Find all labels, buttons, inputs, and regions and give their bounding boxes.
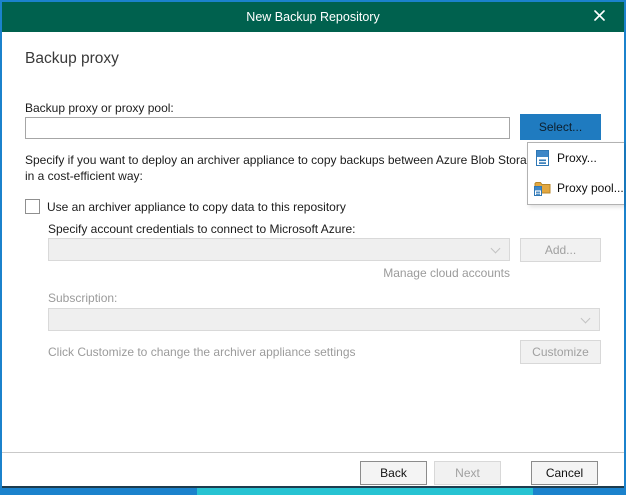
proxy-server-icon: [534, 150, 551, 167]
select-button[interactable]: Select...: [520, 114, 601, 140]
customize-button[interactable]: Customize: [520, 340, 601, 364]
menu-item-label: Proxy pool...: [557, 181, 624, 195]
footer-separator: [2, 452, 624, 453]
subscription-combobox[interactable]: [48, 308, 600, 331]
cancel-button[interactable]: Cancel: [531, 461, 598, 485]
manage-cloud-accounts-link[interactable]: Manage cloud accounts: [48, 266, 510, 280]
credentials-combobox[interactable]: [48, 238, 510, 261]
new-backup-repository-dialog: New Backup Repository Backup proxy Backu…: [2, 2, 624, 488]
customize-hint-text: Click Customize to change the archiver a…: [48, 345, 356, 359]
menu-item-proxy[interactable]: Proxy...: [528, 143, 624, 173]
proxy-input-label: Backup proxy or proxy pool:: [25, 101, 174, 115]
menu-item-proxy-pool[interactable]: Proxy pool...: [528, 173, 624, 203]
chevron-down-icon: [491, 244, 501, 254]
proxy-input[interactable]: [25, 117, 510, 139]
chevron-down-icon: [581, 314, 591, 324]
proxy-pool-folder-icon: [534, 180, 551, 197]
credentials-label: Specify account credentials to connect t…: [48, 222, 356, 236]
menu-item-label: Proxy...: [557, 151, 597, 165]
archiver-appliance-checkbox-label: Use an archiver appliance to copy data t…: [47, 200, 346, 214]
next-button[interactable]: Next: [434, 461, 501, 485]
description-line-2: in a cost-efficient way:: [25, 169, 143, 183]
add-account-button[interactable]: Add...: [520, 238, 601, 262]
window-title: New Backup Repository: [2, 2, 624, 32]
backdrop-accent-strip: [197, 488, 533, 495]
close-button[interactable]: [584, 2, 614, 32]
titlebar: New Backup Repository: [2, 2, 624, 32]
subscription-label: Subscription:: [48, 291, 117, 305]
page-title: Backup proxy: [25, 50, 119, 68]
select-dropdown-menu: Proxy... Proxy pool...: [527, 142, 624, 205]
archiver-appliance-checkbox[interactable]: [25, 199, 40, 214]
back-button[interactable]: Back: [360, 461, 427, 485]
description-line-1: Specify if you want to deploy an archive…: [25, 153, 566, 167]
close-icon: [594, 10, 605, 24]
